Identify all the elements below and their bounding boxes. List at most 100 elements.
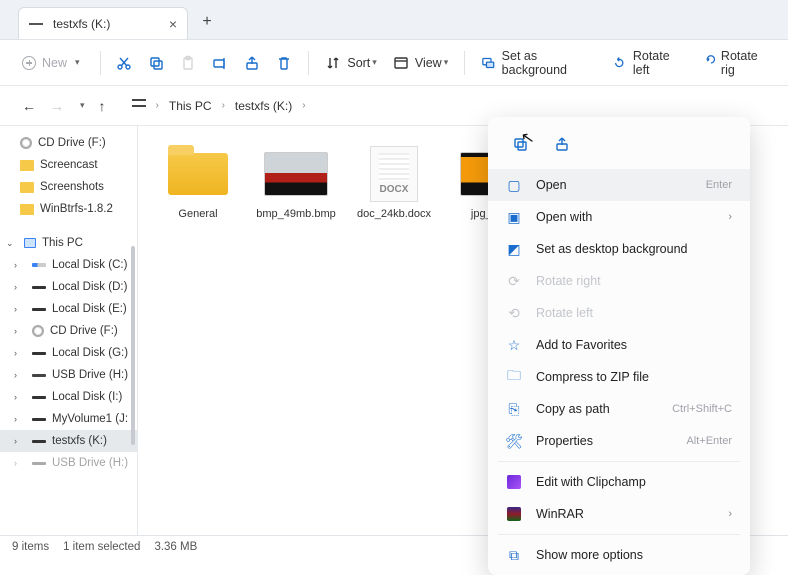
forward-button[interactable]: → xyxy=(50,98,64,114)
ctx-winrar[interactable]: WinRAR › xyxy=(488,498,750,530)
more-icon: ⧉ xyxy=(506,547,522,563)
chevron-right-icon: › xyxy=(222,100,225,111)
rotate-right-button[interactable]: Rotate rig xyxy=(694,48,776,78)
set-background-button[interactable]: Set as background xyxy=(475,48,602,78)
chevron-right-icon: › xyxy=(728,211,732,223)
breadcrumb-current[interactable]: testxfs (K:) xyxy=(235,99,292,113)
tab-title: testxfs (K:) xyxy=(53,17,110,31)
sidebar-item-drive[interactable]: › Local Disk (E:) xyxy=(0,298,137,320)
drive-icon xyxy=(32,352,46,355)
ctx-add-favorites[interactable]: ☆ Add to Favorites xyxy=(488,329,750,361)
ctx-show-more[interactable]: ⧉ Show more options xyxy=(488,539,750,571)
file-item[interactable]: DOCXdoc_24kb.docx xyxy=(350,146,438,221)
up-button[interactable]: ↑ xyxy=(99,98,106,114)
share-button[interactable] xyxy=(238,48,266,78)
ctx-label: Rotate right xyxy=(536,274,601,288)
expand-icon[interactable]: › xyxy=(14,436,17,446)
chevron-right-icon: › xyxy=(728,508,732,520)
drive-icon xyxy=(32,325,44,337)
ctx-shortcut: Enter xyxy=(706,179,732,191)
expand-icon[interactable]: › xyxy=(14,392,17,402)
new-button[interactable]: New ▾ xyxy=(12,48,90,78)
rename-button[interactable] xyxy=(206,48,234,78)
winrar-icon xyxy=(506,506,522,522)
expand-icon[interactable]: › xyxy=(14,348,17,358)
chevron-down-icon: ▾ xyxy=(75,57,80,68)
view-button[interactable]: View ▾ xyxy=(387,48,454,78)
sidebar-item-thispc[interactable]: ⌄ This PC xyxy=(0,232,137,254)
navigation-pane[interactable]: CD Drive (F:) Screencast Screenshots WinBtr… xyxy=(0,126,138,535)
ctx-set-desktop-bg[interactable]: ◩ Set as desktop background xyxy=(488,233,750,265)
sidebar-item-drive[interactable]: › Local Disk (C:) xyxy=(0,254,137,276)
expand-icon[interactable]: › xyxy=(14,304,17,314)
expand-icon[interactable]: › xyxy=(14,282,17,292)
rotate-left-icon: ⟲ xyxy=(506,305,522,321)
sidebar-item-drive[interactable]: › Local Disk (I:) xyxy=(0,386,137,408)
set-bg-label: Set as background xyxy=(502,49,597,77)
sidebar-item-drive[interactable]: ›Local Disk (D:) xyxy=(0,276,137,298)
sidebar-item-drive[interactable]: › MyVolume1 (J: xyxy=(0,408,137,430)
recent-locations-button[interactable]: ▾ xyxy=(80,100,85,111)
tab-testxfs[interactable]: testxfs (K:) × xyxy=(18,7,188,39)
drive-icon xyxy=(32,396,46,399)
cut-button[interactable] xyxy=(110,48,138,78)
ctx-open[interactable]: ▢ Open Enter xyxy=(488,169,750,201)
sidebar-item[interactable]: CD Drive (F:) xyxy=(0,132,137,154)
clipchamp-icon xyxy=(506,474,522,490)
sidebar-item-label: USB Drive (H:) xyxy=(52,457,128,469)
expand-icon[interactable]: › xyxy=(14,326,17,336)
expand-icon[interactable]: › xyxy=(14,260,17,270)
ctx-label: Open xyxy=(536,178,567,192)
sidebar-item-label: Local Disk (C:) xyxy=(52,259,127,271)
sidebar-item[interactable]: Screencast xyxy=(0,154,137,176)
collapse-icon[interactable]: ⌄ xyxy=(6,238,14,249)
scrollbar[interactable] xyxy=(131,246,135,445)
sidebar-item-label: MyVolume1 (J: xyxy=(52,413,128,425)
rotate-left-button[interactable]: Rotate left xyxy=(606,48,690,78)
breadcrumb-thispc[interactable]: This PC xyxy=(169,99,212,113)
plus-icon xyxy=(22,56,36,70)
expand-icon[interactable]: › xyxy=(14,414,17,424)
file-item[interactable]: bmp_49mb.bmp xyxy=(252,146,340,221)
sidebar-item-drive[interactable]: ›USB Drive (H:) xyxy=(0,364,137,386)
rotate-right-icon: ⟳ xyxy=(506,273,522,289)
ctx-compress-zip[interactable]: 🗀 Compress to ZIP file xyxy=(488,361,750,393)
folder-icon xyxy=(168,153,228,195)
toolbar: New ▾ Sort ▾ View ▾ Set as background Ro… xyxy=(0,40,788,86)
drive-icon xyxy=(32,374,46,377)
ctx-label: Rotate left xyxy=(536,306,593,320)
new-tab-button[interactable]: + xyxy=(192,7,222,37)
sidebar-item-drive[interactable]: › USB Drive (H:) xyxy=(0,452,137,474)
sidebar-item[interactable]: Screenshots xyxy=(0,176,137,198)
chevron-right-icon: › xyxy=(302,100,305,111)
ctx-clipchamp[interactable]: Edit with Clipchamp xyxy=(488,466,750,498)
sidebar-item-label: Local Disk (I:) xyxy=(52,391,122,403)
sidebar-item-drive[interactable]: ›CD Drive (F:) xyxy=(0,320,137,342)
sidebar-item-label: Local Disk (E:) xyxy=(52,303,127,315)
sort-button[interactable]: Sort ▾ xyxy=(319,48,382,78)
share-button[interactable] xyxy=(548,129,576,159)
sidebar-item-drive[interactable]: ›testxfs (K:) xyxy=(0,430,137,452)
file-item[interactable]: General xyxy=(154,146,242,221)
drive-icon xyxy=(32,308,46,311)
sidebar-item-drive[interactable]: › Local Disk (G:) xyxy=(0,342,137,364)
copy-button[interactable] xyxy=(506,129,534,159)
ctx-open-with[interactable]: ▣ Open with › xyxy=(488,201,750,233)
sidebar-item-label: Local Disk (G:) xyxy=(52,347,128,359)
ctx-properties[interactable]: 🛠 Properties Alt+Enter xyxy=(488,425,750,457)
back-button[interactable]: ← xyxy=(22,98,36,114)
breadcrumb[interactable]: › This PC › testxfs (K:) › xyxy=(122,92,778,120)
expand-icon[interactable]: › xyxy=(14,370,17,380)
close-icon[interactable]: × xyxy=(169,16,177,32)
view-label: View xyxy=(415,56,442,70)
copy-button[interactable] xyxy=(142,48,170,78)
delete-button[interactable] xyxy=(270,48,298,78)
sidebar-item-label: Screencast xyxy=(40,159,98,171)
copy-path-icon: ⎘ xyxy=(506,401,522,417)
ctx-copy-path[interactable]: ⎘ Copy as path Ctrl+Shift+C xyxy=(488,393,750,425)
expand-icon[interactable]: › xyxy=(14,458,17,468)
separator xyxy=(308,51,309,75)
sidebar-item-label: Screenshots xyxy=(40,181,104,193)
paste-button[interactable] xyxy=(174,48,202,78)
sidebar-item[interactable]: WinBtrfs-1.8.2 xyxy=(0,198,137,220)
